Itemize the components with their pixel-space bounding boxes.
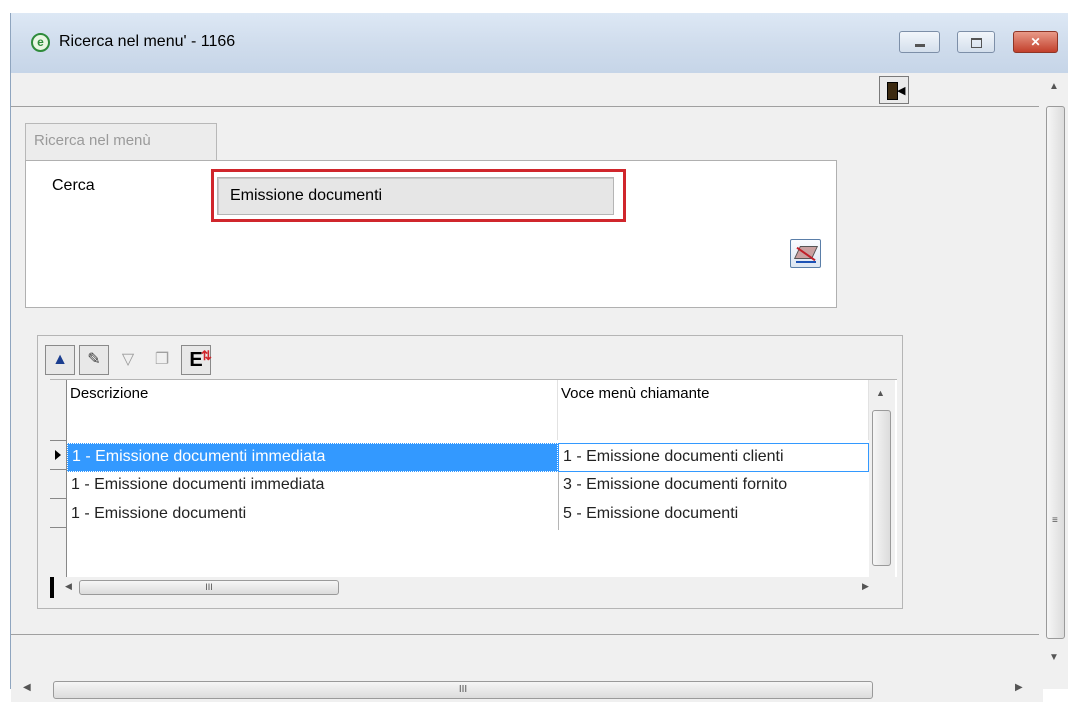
grid-horizontal-scrollbar[interactable]: ◀ III ▶ bbox=[50, 577, 897, 598]
column-header-descrizione[interactable]: Descrizione bbox=[67, 380, 558, 440]
results-grid: Descrizione Voce menù chiamante 1 - Emis… bbox=[50, 379, 897, 598]
row-indicator-divider bbox=[50, 440, 66, 441]
filter-icon: ▽ bbox=[121, 351, 135, 368]
clear-search-button[interactable] bbox=[790, 239, 821, 268]
maximize-icon bbox=[970, 37, 982, 48]
close-icon: ✕ bbox=[1030, 35, 1041, 49]
export-button[interactable]: E ⇅ bbox=[181, 345, 212, 375]
copy-icon: ❐ bbox=[154, 351, 170, 368]
table-cell-descrizione[interactable]: 1 - Emissione documenti immediata bbox=[67, 443, 558, 472]
minimize-icon bbox=[914, 44, 925, 48]
exit-button[interactable]: ◀ bbox=[879, 76, 909, 104]
app-logo-icon: e bbox=[31, 33, 50, 52]
maximize-button[interactable] bbox=[957, 31, 995, 53]
table-cell-voce[interactable]: 5 - Emissione documenti bbox=[558, 501, 869, 530]
search-panel: Cerca Emissione documenti bbox=[25, 160, 837, 308]
grid-vertical-scrollbar[interactable]: ▲ bbox=[869, 380, 895, 577]
row-indicator-divider bbox=[50, 527, 66, 528]
title-bar: e Ricerca nel menu' - 1166 ✕ bbox=[11, 13, 1068, 73]
vscroll-grip-icon: ≡ bbox=[1052, 515, 1058, 526]
grid-hscroll-thumb[interactable]: III bbox=[79, 580, 339, 595]
clear-base-line bbox=[796, 261, 816, 263]
scroll-up-icon[interactable]: ▲ bbox=[876, 388, 885, 398]
toolbar-divider bbox=[11, 106, 1039, 107]
filter-button[interactable]: ▽ bbox=[113, 345, 143, 375]
copy-button[interactable]: ❐ bbox=[147, 345, 177, 375]
window: e Ricerca nel menu' - 1166 ✕ ◀ Ricerca n… bbox=[10, 13, 1068, 702]
current-row-indicator-icon bbox=[55, 450, 61, 460]
window-title: Ricerca nel menu' - 1166 bbox=[59, 33, 236, 50]
search-highlight-box bbox=[211, 169, 626, 222]
table-cell-voce[interactable]: 3 - Emissione documenti fornito bbox=[558, 472, 869, 501]
window-vscroll-thumb[interactable] bbox=[1046, 106, 1065, 639]
row-indicator-divider bbox=[50, 469, 66, 470]
exit-arrow-icon: ◀ bbox=[897, 85, 906, 97]
row-indicator-column bbox=[50, 380, 67, 577]
row-indicator-divider bbox=[50, 498, 66, 499]
search-label: Cerca bbox=[52, 177, 95, 194]
scroll-right-icon[interactable]: ▶ bbox=[862, 581, 869, 592]
move-up-button[interactable]: ▲ bbox=[45, 345, 75, 375]
scroll-up-icon[interactable]: ▲ bbox=[1049, 81, 1059, 92]
table-cell-descrizione[interactable]: 1 - Emissione documenti immediata bbox=[67, 472, 558, 501]
edit-button[interactable]: ✎ bbox=[79, 345, 109, 375]
scroll-right-icon[interactable]: ▶ bbox=[1015, 682, 1023, 693]
scroll-left-icon[interactable]: ◀ bbox=[23, 682, 31, 693]
tab-ricerca-nel-menu[interactable]: Ricerca nel menù bbox=[25, 123, 217, 161]
grid-hscroll-edge bbox=[50, 577, 54, 598]
scroll-down-icon[interactable]: ▼ bbox=[1049, 652, 1059, 663]
up-arrow-icon: ▲ bbox=[52, 351, 68, 368]
results-panel: ▲ ✎ ▽ ❐ E ⇅ Descrizione Voce menù chiaman… bbox=[37, 335, 903, 609]
table-cell-voce[interactable]: 1 - Emissione documenti clienti bbox=[558, 443, 869, 472]
close-button[interactable]: ✕ bbox=[1013, 31, 1058, 53]
minimize-button[interactable] bbox=[899, 31, 940, 53]
table-cell-descrizione[interactable]: 1 - Emissione documenti bbox=[67, 501, 558, 530]
window-horizontal-scrollbar[interactable]: ◀ III ▶ bbox=[11, 676, 1043, 702]
export-arrows-icon: ⇅ bbox=[201, 348, 212, 363]
column-header-voce-menu-chiamante[interactable]: Voce menù chiamante bbox=[558, 380, 869, 440]
window-vertical-scrollbar[interactable]: ▲ ≡ ▼ bbox=[1043, 75, 1068, 676]
edit-icon: ✎ bbox=[87, 351, 101, 368]
bottom-divider bbox=[11, 634, 1039, 635]
window-hscroll-thumb[interactable]: III bbox=[53, 681, 873, 699]
grid-vscroll-thumb[interactable] bbox=[872, 410, 891, 566]
scroll-left-icon[interactable]: ◀ bbox=[65, 581, 72, 592]
